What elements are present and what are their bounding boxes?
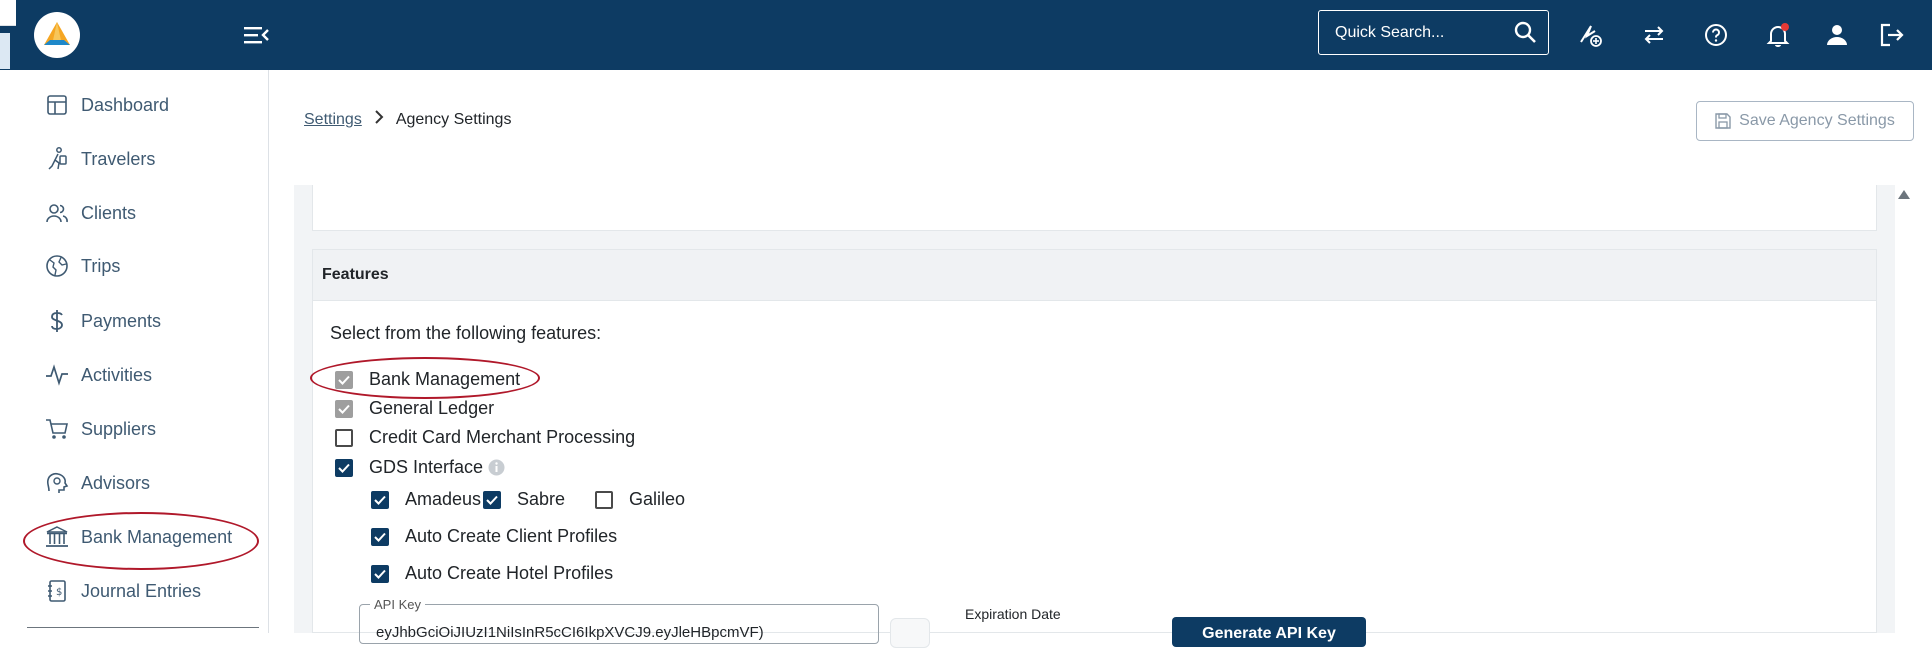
logo-mark-icon xyxy=(44,22,70,45)
bank-management-label: Bank Management xyxy=(369,369,521,389)
sidebar-item-label: Journal Entries xyxy=(81,580,202,601)
sidebar-item-label: Bank Management xyxy=(81,526,233,547)
generate-api-key-label: Generate API Key xyxy=(1202,625,1336,642)
sidebar-item-label: Dashboard xyxy=(81,94,170,115)
save-icon xyxy=(1715,113,1731,129)
copy-api-key-button[interactable] xyxy=(890,618,930,648)
window-edge xyxy=(0,0,16,26)
journal-icon: $ xyxy=(45,579,69,603)
bank-management-checkbox[interactable] xyxy=(335,370,353,389)
auto-create-hotel-profiles-checkbox[interactable] xyxy=(371,564,389,583)
sidebar-item-clients[interactable]: Clients xyxy=(45,193,136,233)
quick-search-input[interactable]: Quick Search... xyxy=(1318,10,1549,55)
notification-bell-icon[interactable] xyxy=(1764,21,1792,49)
sidebar-item-payments[interactable]: Payments xyxy=(45,301,161,341)
sidebar-item-label: Travelers xyxy=(81,148,156,169)
auto-create-client-profiles-option: Auto Create Client Profiles xyxy=(371,526,617,547)
swap-icon[interactable] xyxy=(1640,21,1668,49)
collapse-menu-icon[interactable] xyxy=(243,24,269,46)
svg-text:$: $ xyxy=(56,587,62,598)
galileo-checkbox[interactable] xyxy=(595,490,613,509)
sidebar-item-trips[interactable]: Trips xyxy=(45,246,120,286)
amadeus-checkbox[interactable] xyxy=(371,490,389,509)
auto-create-client-profiles-label: Auto Create Client Profiles xyxy=(405,526,618,546)
sabre-option: Sabre xyxy=(483,489,565,510)
auto-create-client-profiles-checkbox[interactable] xyxy=(371,527,389,546)
scroll-up-arrow-icon[interactable] xyxy=(1898,190,1910,199)
top-navbar: Quick Search... xyxy=(0,0,1932,70)
credit-card-option: Credit Card Merchant Processing xyxy=(335,427,635,448)
expiration-date-label: Expiration Date xyxy=(965,606,1061,622)
credit-card-checkbox[interactable] xyxy=(335,428,353,447)
globe-icon xyxy=(45,254,69,278)
auto-create-hotel-profiles-option: Auto Create Hotel Profiles xyxy=(371,563,613,584)
sidebar-item-dashboard[interactable]: Dashboard xyxy=(45,85,169,125)
help-icon[interactable] xyxy=(1702,21,1730,49)
api-key-label: API Key xyxy=(370,597,425,612)
sidebar-item-activities[interactable]: Activities xyxy=(45,355,152,395)
cart-icon xyxy=(45,417,69,441)
galileo-label: Galileo xyxy=(629,489,686,509)
sabre-checkbox[interactable] xyxy=(483,490,501,509)
breadcrumb: Settings Agency Settings xyxy=(304,110,511,129)
features-card-title: Features xyxy=(313,250,1876,301)
gds-interface-label: GDS Interface xyxy=(369,457,484,477)
sidebar: Dashboard Travelers Clients Trips Paymen… xyxy=(17,70,269,633)
window-edge-tab xyxy=(0,33,10,69)
general-ledger-option: General Ledger xyxy=(335,398,494,419)
amadeus-option: Amadeus xyxy=(371,489,481,510)
sidebar-item-label: Advisors xyxy=(81,472,151,493)
scrollbar[interactable] xyxy=(1895,185,1913,633)
sidebar-item-label: Activities xyxy=(81,364,153,385)
features-intro-text: Select from the following features: xyxy=(330,323,602,343)
dashboard-icon xyxy=(45,93,69,117)
sidebar-item-label: Trips xyxy=(81,255,121,276)
save-agency-settings-button[interactable]: Save Agency Settings xyxy=(1696,101,1914,141)
bank-icon xyxy=(45,525,69,549)
galileo-option: Galileo xyxy=(595,489,685,510)
generate-api-key-button[interactable]: Generate API Key xyxy=(1172,617,1366,647)
logout-icon[interactable] xyxy=(1878,21,1906,49)
sidebar-item-journal-entries[interactable]: $ Journal Entries xyxy=(45,571,201,611)
previous-section-card xyxy=(312,185,1877,231)
auto-create-hotel-profiles-label: Auto Create Hotel Profiles xyxy=(405,563,614,583)
activity-icon xyxy=(45,363,69,387)
quick-add-icon[interactable] xyxy=(1576,21,1604,49)
user-icon[interactable] xyxy=(1823,21,1851,49)
advisor-icon xyxy=(45,471,69,495)
gds-interface-option: GDS Interface xyxy=(335,457,505,478)
general-ledger-checkbox[interactable] xyxy=(335,399,353,418)
sidebar-item-label: Payments xyxy=(81,310,162,331)
sidebar-item-travelers[interactable]: Travelers xyxy=(45,139,155,179)
sabre-label: Sabre xyxy=(517,489,566,509)
sidebar-item-advisors[interactable]: Advisors xyxy=(45,463,150,503)
sidebar-item-label: Clients xyxy=(81,202,137,223)
general-ledger-label: General Ledger xyxy=(369,398,495,418)
clients-icon xyxy=(45,201,69,225)
amadeus-label: Amadeus xyxy=(405,489,482,509)
breadcrumb-current: Agency Settings xyxy=(395,110,512,128)
info-icon[interactable] xyxy=(488,459,505,476)
sidebar-item-bank-management[interactable]: Bank Management xyxy=(45,517,232,557)
sidebar-item-suppliers[interactable]: Suppliers xyxy=(45,409,156,449)
app-logo[interactable] xyxy=(34,12,80,58)
bank-management-option: Bank Management xyxy=(335,369,520,390)
credit-card-label: Credit Card Merchant Processing xyxy=(369,427,636,447)
sidebar-item-label: Suppliers xyxy=(81,418,157,439)
gds-interface-checkbox[interactable] xyxy=(335,458,353,477)
sidebar-divider xyxy=(27,627,259,628)
search-icon[interactable] xyxy=(1514,21,1536,48)
dollar-icon xyxy=(45,309,69,333)
traveler-icon xyxy=(45,147,69,171)
save-button-label: Save Agency Settings xyxy=(1739,112,1895,129)
breadcrumb-link-settings[interactable]: Settings xyxy=(304,111,362,129)
chevron-right-icon xyxy=(374,110,384,129)
search-placeholder: Quick Search... xyxy=(1335,23,1445,41)
